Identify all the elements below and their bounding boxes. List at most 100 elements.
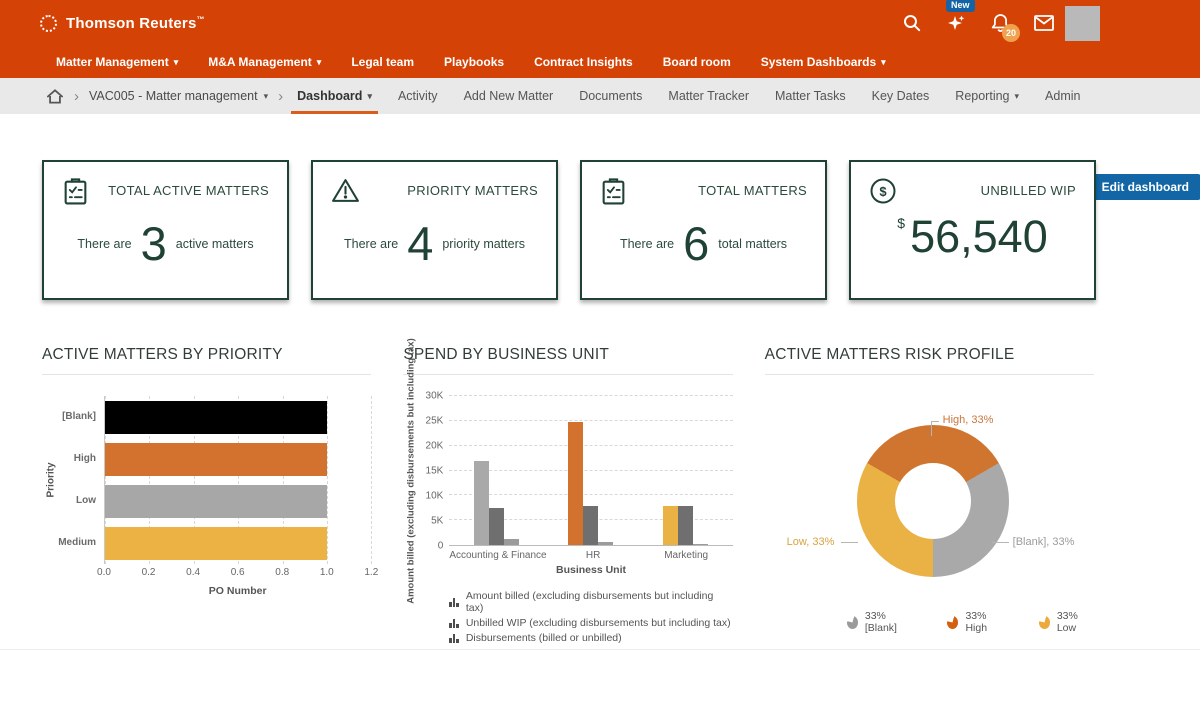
pie-chart-icon <box>847 616 858 629</box>
mail-icon[interactable] <box>1034 13 1054 33</box>
risk-donut[interactable] <box>857 425 1009 577</box>
data-label-high: High, 33% <box>943 414 994 426</box>
top-icon-group: New 20 ☆ <box>902 13 1180 33</box>
kpi-card-title: PRIORITY MATTERS <box>407 183 538 198</box>
bar-disbursements-accounting-finance[interactable] <box>504 539 519 545</box>
tab-add-new-matter[interactable]: Add New Matter <box>464 78 554 114</box>
chevron-down-icon: ▾ <box>1015 92 1020 101</box>
plot-area <box>449 396 732 546</box>
bar-amount-billed-hr[interactable] <box>568 422 583 545</box>
tick-label: 0 <box>438 541 444 552</box>
category-label: Marketing <box>640 550 733 561</box>
tab-label: Documents <box>579 89 642 103</box>
home-icon[interactable] <box>46 88 64 105</box>
tab-label: Add New Matter <box>464 89 554 103</box>
brand-name: Thomson Reuters™ <box>66 15 205 32</box>
kpi-text-before: There are <box>77 237 131 251</box>
bar-unbilled-wip-hr[interactable] <box>583 506 598 545</box>
tick-label: 1.0 <box>320 567 334 578</box>
legend-item-33-blank[interactable]: 33% [Blank] <box>847 610 914 634</box>
spend-bar-chart: Amount billed (excluding disbursements b… <box>403 396 732 647</box>
data-label-blank: [Blank], 33% <box>1013 536 1075 548</box>
search-icon[interactable] <box>902 13 922 33</box>
legend-item-33-low[interactable]: 33% Low <box>1039 610 1094 634</box>
avatar[interactable] <box>1065 6 1100 41</box>
bar-amount-billed-marketing[interactable] <box>663 506 678 545</box>
trademark: ™ <box>197 15 205 24</box>
nav-item-board-room[interactable]: Board room <box>663 55 731 69</box>
tab-admin[interactable]: Admin <box>1045 78 1080 114</box>
bar-unbilled-wip-accounting-finance[interactable] <box>489 508 504 545</box>
bar-high[interactable] <box>105 443 327 476</box>
nav-item-m-a-management[interactable]: M&A Management ▾ <box>208 55 321 69</box>
bar-medium[interactable] <box>105 527 327 560</box>
dollar-circle-icon: $ <box>869 177 897 205</box>
tick-label: 0.0 <box>97 567 111 578</box>
kpi-card-value: $56,540 <box>851 214 1094 259</box>
category-label: Medium <box>58 522 96 564</box>
kpi-card-total-matters[interactable]: TOTAL MATTERSThere are6total matters <box>580 160 827 300</box>
legend-item-disbursements[interactable]: Disbursements (billed or unbilled) <box>449 632 732 644</box>
legend-item-unbilled-wip[interactable]: Unbilled WIP (excluding disbursements bu… <box>449 617 732 629</box>
tab-matter-tasks[interactable]: Matter Tasks <box>775 78 846 114</box>
kpi-text-before: There are <box>344 237 398 251</box>
bar-blank[interactable] <box>105 401 327 434</box>
ai-sparkle-icon[interactable]: New <box>946 13 966 33</box>
tick-label: 0.6 <box>231 567 245 578</box>
breadcrumb-separator: › <box>278 89 283 104</box>
nav-item-label: M&A Management <box>208 55 312 69</box>
chart-legend: 33% [Blank] 33% High 33% Low <box>847 607 1094 637</box>
bar-amount-billed-accounting-finance[interactable] <box>474 461 489 545</box>
y-axis-title: Amount billed (excluding disbursements b… <box>403 396 419 546</box>
nav-item-label: Board room <box>663 55 731 69</box>
kpi-card-priority-matters[interactable]: PRIORITY MATTERS There are4priority matte… <box>311 160 558 300</box>
kpi-text-after: active matters <box>176 237 254 251</box>
bar-disbursements-marketing[interactable] <box>693 544 708 545</box>
category-label: HR <box>547 550 640 561</box>
chevron-down-icon: ▾ <box>367 92 372 101</box>
tick-label: 5K <box>431 516 443 527</box>
chart-active-matters-by-priority: ACTIVE MATTERS BY PRIORITY Priority[Blan… <box>42 346 371 653</box>
tab-matter-tracker[interactable]: Matter Tracker <box>668 78 749 114</box>
notifications-bell-icon[interactable]: 20 <box>990 13 1010 33</box>
bottom-divider <box>0 649 1200 650</box>
thomson-reuters-logo-icon <box>40 15 57 32</box>
legend-item-33-high[interactable]: 33% High <box>947 610 1004 634</box>
chevron-down-icon: ▾ <box>317 58 322 67</box>
nav-item-matter-management[interactable]: Matter Management▾ <box>56 55 178 69</box>
bar-disbursements-hr[interactable] <box>598 542 613 545</box>
tab-activity[interactable]: Activity <box>398 78 438 114</box>
tab-documents[interactable]: Documents <box>579 78 642 114</box>
breadcrumb-project[interactable]: VAC005 - Matter management ▾ <box>89 89 268 103</box>
brand-logo[interactable]: Thomson Reuters™ <box>40 15 205 32</box>
nav-item-legal-team[interactable]: Legal team <box>351 55 414 69</box>
svg-text:$: $ <box>879 184 887 199</box>
kpi-card-total-active-matters[interactable]: TOTAL ACTIVE MATTERSThere are3active mat… <box>42 160 289 300</box>
currency-symbol: $ <box>897 215 905 231</box>
legend-item-amount-billed[interactable]: Amount billed (excluding disbursements b… <box>449 590 732 614</box>
tab-reporting[interactable]: Reporting▾ <box>955 78 1019 114</box>
tab-label: Matter Tasks <box>775 89 846 103</box>
kpi-card-unbilled-wip[interactable]: $UNBILLED WIP$56,540 <box>849 160 1096 300</box>
nav-item-contract-insights[interactable]: Contract Insights <box>534 55 633 69</box>
tab-dashboard[interactable]: Dashboard▾ <box>297 78 372 114</box>
chart-title: ACTIVE MATTERS BY PRIORITY <box>42 346 371 364</box>
y-axis-title-text: Priority <box>46 462 57 497</box>
tab-key-dates[interactable]: Key Dates <box>872 78 930 114</box>
tick-label: 0.8 <box>275 567 289 578</box>
category-label: Low <box>76 480 96 522</box>
kpi-card-value: There are4priority matters <box>313 220 556 267</box>
main-nav: Matter Management▾ M&A Management ▾ Legal t… <box>0 46 1200 78</box>
nav-item-playbooks[interactable]: Playbooks <box>444 55 504 69</box>
bar-unbilled-wip-marketing[interactable] <box>678 506 693 545</box>
tick-label: 1.2 <box>364 567 378 578</box>
tick-label: 30K <box>426 391 444 402</box>
chevron-down-icon: ▾ <box>264 92 269 101</box>
chevron-down-icon: ▾ <box>881 58 886 67</box>
nav-item-system-dashboards[interactable]: System Dashboards▾ <box>761 55 886 69</box>
leader-line <box>992 542 1009 543</box>
x-axis-title: PO Number <box>104 585 371 597</box>
kpi-value: 3 <box>141 220 167 267</box>
bar-low[interactable] <box>105 485 327 518</box>
kpi-card-row: TOTAL ACTIVE MATTERSThere are3active mat… <box>42 160 1096 300</box>
